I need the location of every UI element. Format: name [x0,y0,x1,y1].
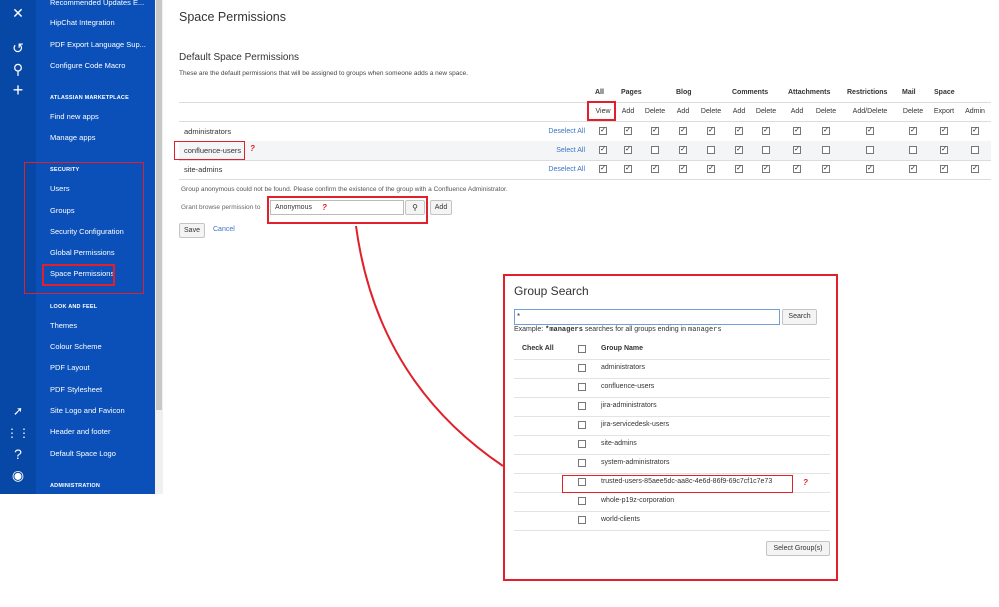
group-name: administrators [601,364,645,371]
group-select-checkbox[interactable] [578,459,586,467]
group-name: confluence-users [601,383,655,390]
example-mid: searches for all groups ending in [582,326,688,333]
dialog-title: Group Search [514,284,589,298]
group-name: whole-p19z-corporation [601,497,675,504]
group-select-checkbox[interactable] [578,516,586,524]
annotation-question-mark: ? [803,478,808,487]
group-name: system-administrators [601,459,670,466]
select-groups-button[interactable]: Select Group(s) [766,541,830,556]
group-select-checkbox[interactable] [578,497,586,505]
check-all-label: Check All [522,345,554,352]
group-name-header: Group Name [601,345,644,352]
search-example-hint: Example: *managers searches for all grou… [514,326,722,334]
check-all-checkbox[interactable] [578,345,586,353]
group-search-dialog: Group Search * Search Example: *managers… [503,274,838,581]
list-item: system-administrators [514,454,830,474]
group-select-checkbox[interactable] [578,383,586,391]
example-code-2: managers [688,326,722,334]
list-item: jira-administrators [514,397,830,417]
list-item: site-admins [514,435,830,455]
trusted-users-highlight [562,475,793,493]
group-name: jira-administrators [601,402,657,409]
list-item: whole-p19z-corporation [514,492,830,512]
callout-connector [355,225,504,467]
group-select-checkbox[interactable] [578,364,586,372]
group-select-checkbox[interactable] [578,440,586,448]
group-search-value: * [517,312,521,321]
group-name: jira-servicedesk-users [601,421,670,428]
example-prefix: Example: [514,326,546,333]
group-search-input[interactable]: * [514,309,780,325]
list-item: confluence-users [514,378,830,398]
list-item: jira-servicedesk-users [514,416,830,436]
group-select-checkbox[interactable] [578,421,586,429]
group-name: site-admins [601,440,637,447]
example-code: *managers [545,326,583,334]
list-item: administrators [514,359,830,379]
dialog-search-button[interactable]: Search [782,309,817,325]
list-item: world-clients [514,511,830,531]
group-name: world-clients [601,516,640,523]
group-table-header: Check All Group Name [514,340,830,360]
group-select-checkbox[interactable] [578,402,586,410]
